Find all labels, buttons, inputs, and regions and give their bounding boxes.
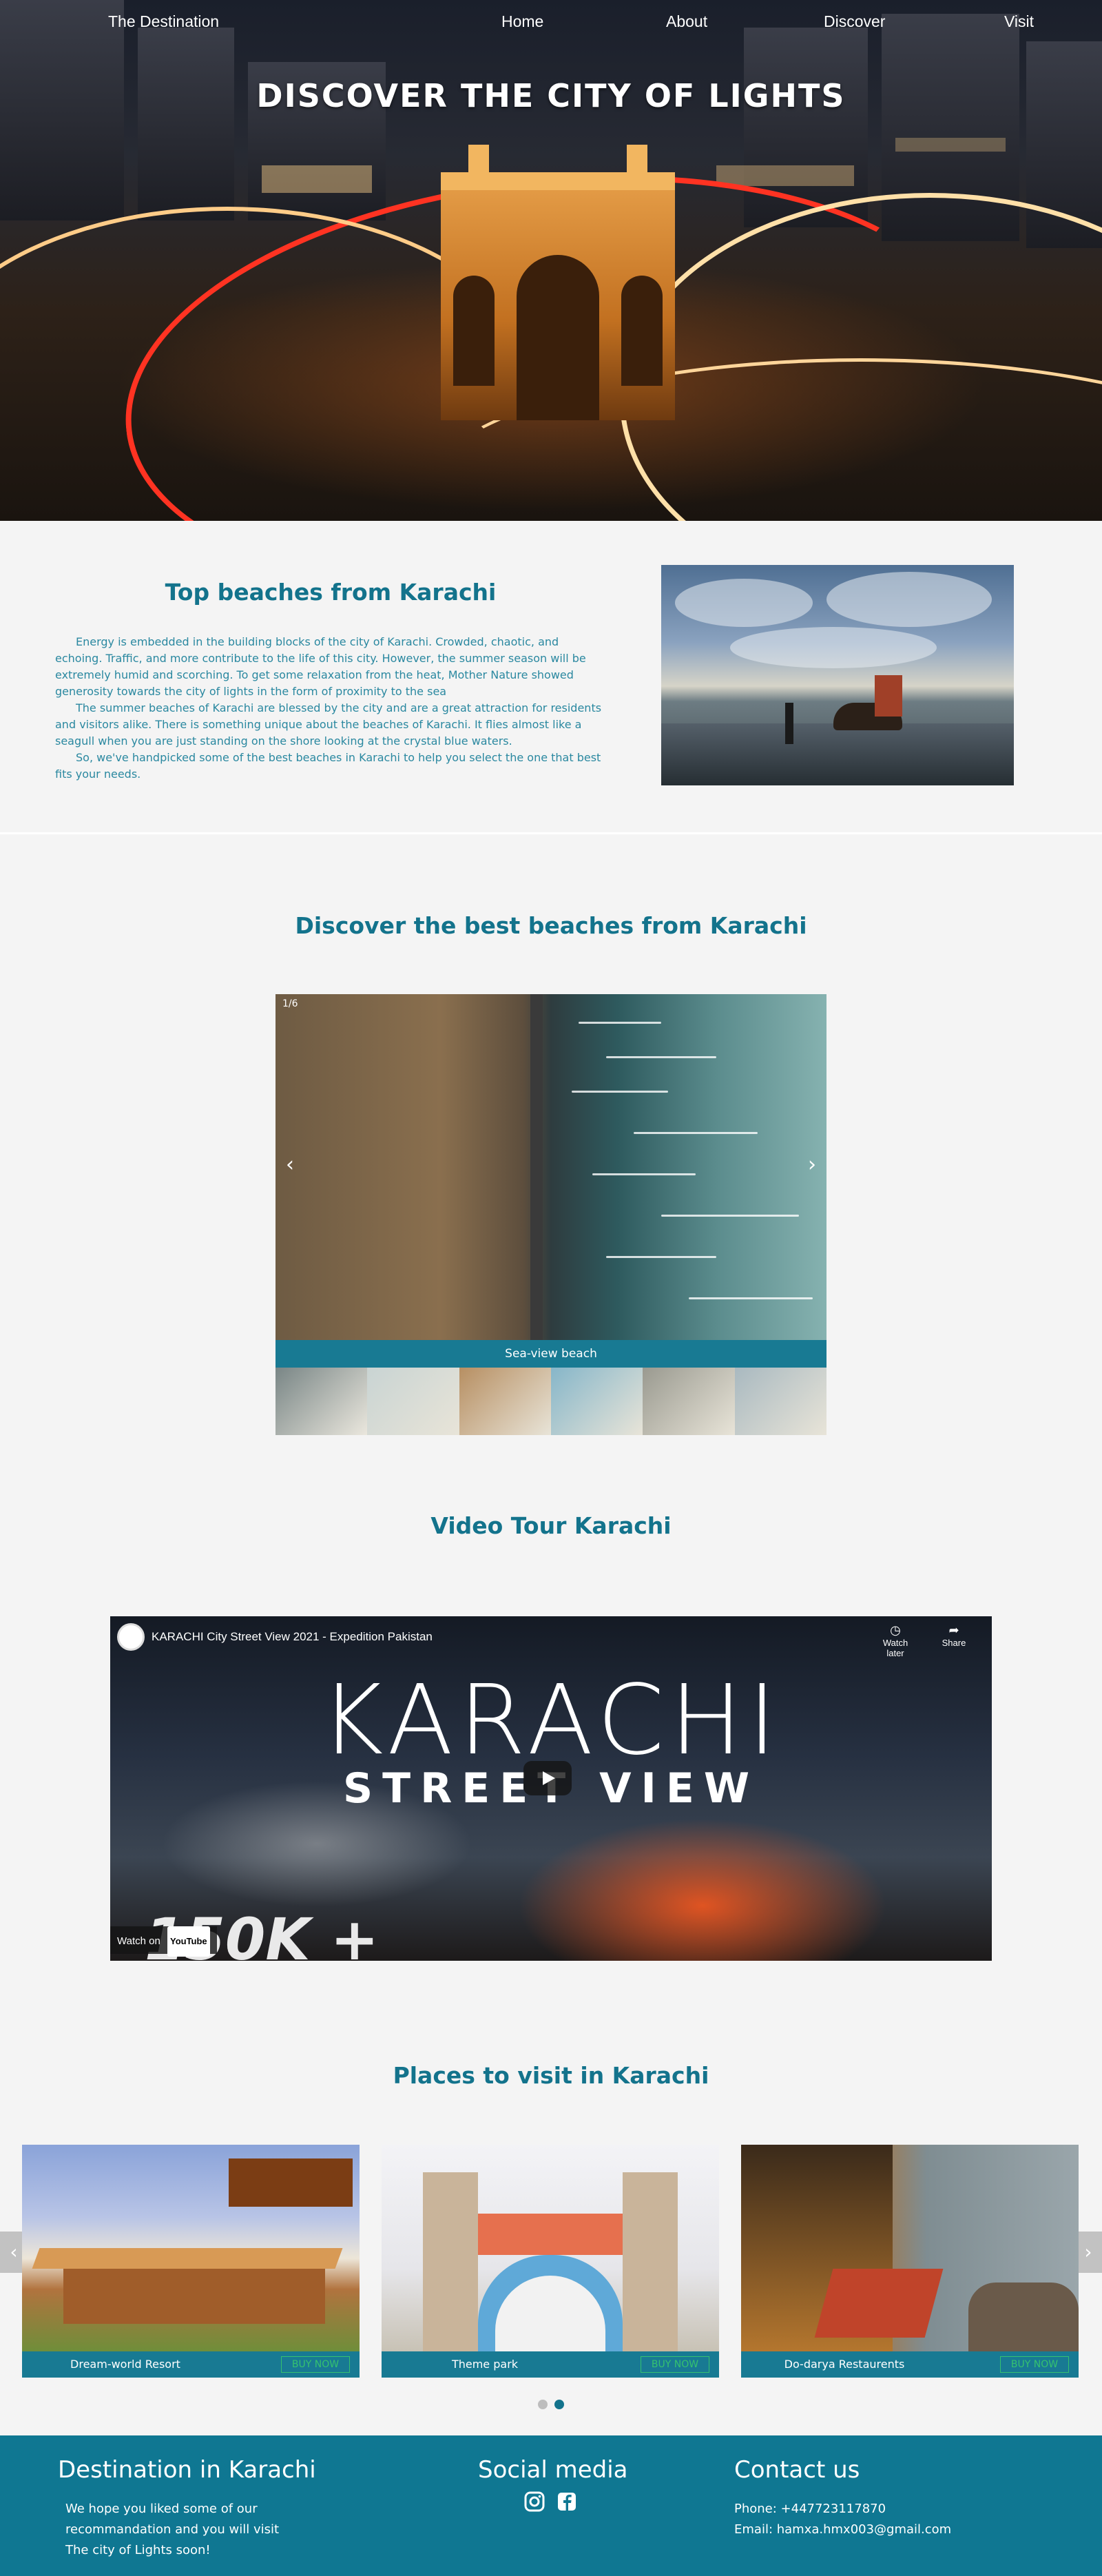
footer-phone[interactable]: Phone: +447723117870 [734, 2499, 951, 2520]
share-label: Share [942, 1638, 966, 1648]
card-bar: Theme park BUY NOW [382, 2351, 719, 2378]
place-name: Dream-world Resort [70, 2358, 180, 2371]
footer-email[interactable]: Email: hamxa.hmx003@gmail.com [734, 2520, 951, 2540]
slide-thumbnail[interactable] [643, 1368, 735, 1435]
footer-social-title: Social media [478, 2456, 628, 2484]
card-bar: Do-darya Restaurents BUY NOW [741, 2351, 1079, 2378]
video-thumb-title: KARACHI [320, 1665, 782, 1777]
hero-banner: The Destination Home About Discover Visi… [0, 0, 1102, 521]
slide-thumbnail[interactable] [276, 1368, 368, 1435]
watch-on-youtube-button[interactable]: Watch on YouTube [110, 1926, 217, 1957]
top-beaches-text: Energy is embedded in the building block… [55, 634, 606, 783]
discover-title: Discover the best beaches from Karachi [295, 912, 807, 939]
facebook-icon[interactable] [556, 2491, 578, 2513]
place-image-theme-park [382, 2145, 719, 2351]
chevron-right-icon[interactable]: › [802, 1153, 822, 1180]
chevron-right-icon[interactable]: › [1074, 2232, 1102, 2273]
youtube-logo: YouTube [167, 1926, 210, 1957]
footer-line: We hope you liked some of our [65, 2502, 258, 2516]
place-card: Do-darya Restaurents BUY NOW [741, 2145, 1079, 2378]
shop-lights [262, 165, 372, 193]
beach-slideshow: 1/6 ‹ › Sea-view beach [276, 994, 826, 1435]
watch-later-button[interactable]: ◷ Watch later [875, 1623, 916, 1658]
clock-icon: ◷ [890, 1623, 901, 1637]
footer-destination-text: We hope you liked some of our recommanda… [65, 2499, 279, 2561]
hero-title: DISCOVER THE CITY OF LIGHTS [256, 77, 846, 114]
slide-image: 1/6 ‹ › [276, 994, 826, 1340]
share-button[interactable]: ➦ Share [937, 1623, 971, 1648]
nav-brand[interactable]: The Destination [108, 12, 219, 31]
watch-later-label: Watch later [882, 1638, 908, 1658]
shop-lights [716, 165, 854, 186]
place-image-resort [22, 2145, 360, 2351]
chevron-left-icon[interactable]: ‹ [280, 1153, 300, 1180]
nav-visit[interactable]: Visit [1004, 12, 1034, 31]
slide-thumbnail[interactable] [734, 1368, 826, 1435]
video-player[interactable]: KARACHI City Street View 2021 - Expediti… [110, 1616, 992, 1961]
shop-lights [895, 138, 1006, 152]
paragraph: The summer beaches of Karachi are blesse… [55, 701, 602, 748]
section-divider [0, 832, 1102, 834]
carousel-dot-active[interactable] [554, 2400, 564, 2409]
footer-line: recommandation and you will visit [65, 2522, 280, 2537]
building [138, 28, 234, 220]
buy-now-button[interactable]: BUY NOW [641, 2356, 709, 2373]
footer-line: The city of Lights soon! [65, 2543, 211, 2557]
share-icon: ➦ [948, 1623, 959, 1637]
places-title: Places to visit in Karachi [393, 2062, 709, 2089]
slide-thumbnail[interactable] [550, 1368, 643, 1435]
carousel-dot[interactable] [538, 2400, 548, 2409]
top-navigation: The Destination Home About Discover Visi… [0, 0, 1102, 44]
play-icon[interactable] [523, 1761, 572, 1795]
channel-avatar[interactable] [117, 1623, 145, 1651]
video-title[interactable]: KARACHI City Street View 2021 - Expediti… [152, 1630, 433, 1644]
slide-counter: 1/6 [282, 998, 298, 1009]
buy-now-button[interactable]: BUY NOW [1000, 2356, 1069, 2373]
slide-thumbnail[interactable] [459, 1368, 551, 1435]
slide-caption: Sea-view beach [505, 1347, 597, 1361]
footer: Destination in Karachi We hope you liked… [0, 2435, 1102, 2576]
nav-about[interactable]: About [666, 12, 707, 31]
place-card: Dream-world Resort BUY NOW [22, 2145, 360, 2378]
nav-discover[interactable]: Discover [824, 12, 885, 31]
paragraph: So, we've handpicked some of the best be… [55, 751, 601, 781]
beach-camel-photo [661, 565, 1014, 785]
thumbnail-strip [276, 1368, 826, 1435]
top-beaches-title: Top beaches from Karachi [165, 579, 497, 606]
watch-on-label: Watch on [117, 1935, 160, 1947]
place-name: Do-darya Restaurents [784, 2358, 905, 2371]
paragraph: Energy is embedded in the building block… [55, 635, 586, 698]
footer-destination-title: Destination in Karachi [58, 2456, 316, 2484]
place-image-restaurant [741, 2145, 1079, 2351]
place-card: Theme park BUY NOW [382, 2145, 719, 2378]
buy-now-button[interactable]: BUY NOW [281, 2356, 350, 2373]
caption-bar: Sea-view beach [276, 1340, 826, 1368]
monument-arch [441, 145, 675, 420]
instagram-icon[interactable] [523, 2491, 545, 2513]
video-section-title: Video Tour Karachi [430, 1512, 672, 1539]
nav-home[interactable]: Home [501, 12, 543, 31]
place-name: Theme park [451, 2358, 519, 2371]
footer-contact-title: Contact us [734, 2456, 860, 2484]
card-bar: Dream-world Resort BUY NOW [22, 2351, 360, 2378]
footer-contact-info: Phone: +447723117870 Email: hamxa.hmx003… [734, 2499, 951, 2540]
slide-thumbnail[interactable] [367, 1368, 459, 1435]
